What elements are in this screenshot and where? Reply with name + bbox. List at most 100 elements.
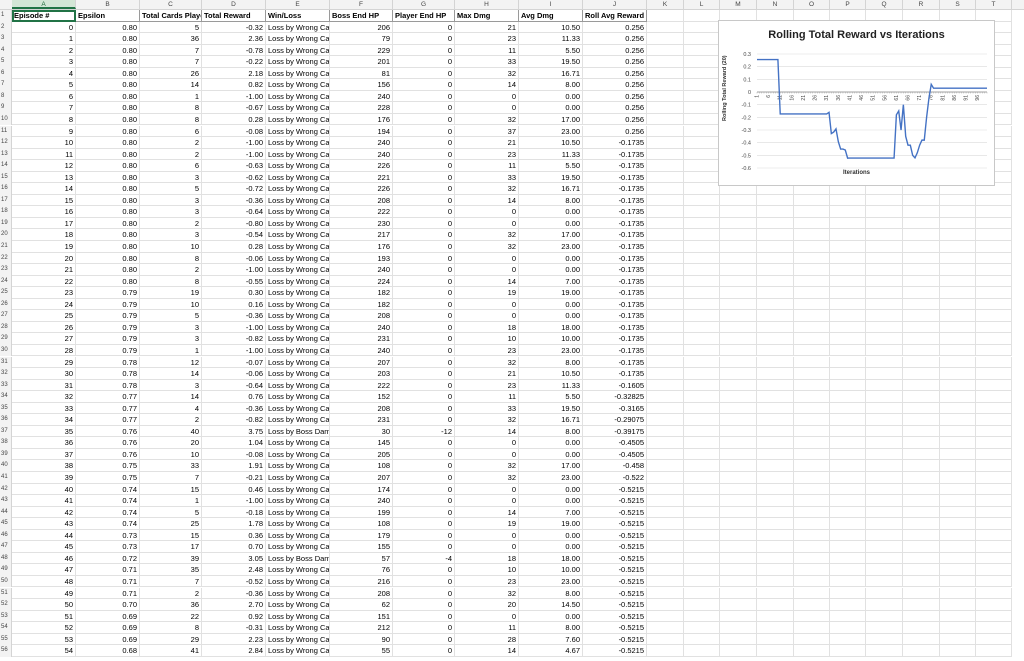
cell[interactable]: 16.71 — [519, 414, 583, 426]
cell[interactable]: Loss by Boss Damage — [266, 552, 330, 565]
cell[interactable]: 19 — [140, 287, 202, 299]
cell[interactable]: -0.5215 — [583, 599, 647, 611]
column-header-i[interactable]: I — [519, 0, 583, 9]
empty-cell[interactable] — [720, 622, 757, 634]
cell[interactable]: 0 — [393, 125, 455, 138]
empty-cell[interactable] — [794, 333, 830, 345]
empty-cell[interactable] — [720, 518, 757, 530]
cell[interactable]: -0.67 — [202, 102, 266, 114]
empty-cell[interactable] — [976, 344, 1012, 357]
cell[interactable]: 23 — [12, 287, 76, 299]
cell[interactable]: 0.80 — [76, 229, 140, 241]
empty-cell[interactable] — [794, 275, 830, 288]
empty-cell[interactable] — [647, 610, 684, 623]
empty-cell[interactable] — [794, 610, 830, 623]
empty-cell[interactable] — [940, 645, 976, 657]
column-heading[interactable]: Boss End HP — [330, 10, 393, 22]
cell[interactable]: 14 — [455, 645, 519, 657]
cell[interactable]: 5.50 — [519, 391, 583, 403]
empty-cell[interactable] — [684, 518, 720, 530]
cell[interactable]: 0.79 — [76, 298, 140, 311]
empty-cell[interactable] — [794, 541, 830, 553]
row-number[interactable]: 25 — [0, 287, 12, 299]
cell[interactable]: 18 — [455, 552, 519, 565]
cell[interactable]: 19.50 — [519, 171, 583, 184]
empty-cell[interactable] — [976, 506, 1012, 519]
cell[interactable]: -0.1735 — [583, 321, 647, 334]
empty-cell[interactable] — [794, 460, 830, 472]
column-header-l[interactable]: L — [684, 0, 720, 9]
column-header-g[interactable]: G — [393, 0, 455, 9]
cell[interactable]: Loss by Wrong Card — [266, 460, 330, 472]
empty-cell[interactable] — [757, 310, 794, 322]
cell[interactable]: 10 — [455, 564, 519, 576]
empty-cell[interactable] — [976, 217, 1012, 230]
cell[interactable]: 2 — [140, 587, 202, 600]
cell[interactable]: Loss by Wrong Card — [266, 44, 330, 57]
cell[interactable]: 0.92 — [202, 610, 266, 623]
row-number[interactable]: 10 — [0, 113, 12, 126]
row-number[interactable]: 43 — [0, 495, 12, 507]
cell[interactable]: Loss by Wrong Card — [266, 448, 330, 461]
empty-cell[interactable] — [794, 298, 830, 311]
empty-cell[interactable] — [794, 344, 830, 357]
cell[interactable]: 32 — [455, 183, 519, 195]
cell[interactable]: 51 — [12, 610, 76, 623]
cell[interactable]: 6 — [140, 125, 202, 138]
empty-cell[interactable] — [757, 402, 794, 415]
cell[interactable]: 2 — [140, 217, 202, 230]
cell[interactable]: 14 — [455, 425, 519, 438]
cell[interactable]: -0.22 — [202, 56, 266, 68]
empty-cell[interactable] — [903, 610, 940, 623]
cell[interactable]: 52 — [12, 622, 76, 634]
cell[interactable]: 5 — [140, 310, 202, 322]
empty-cell[interactable] — [940, 368, 976, 380]
cell[interactable]: 0 — [393, 391, 455, 403]
empty-cell[interactable] — [903, 217, 940, 230]
column-heading[interactable]: Epsilon — [76, 10, 140, 22]
empty-cell[interactable] — [720, 298, 757, 311]
empty-cell[interactable] — [866, 287, 903, 299]
cell[interactable]: 3 — [140, 379, 202, 392]
cell[interactable]: 12 — [12, 160, 76, 172]
cell[interactable]: 49 — [12, 587, 76, 600]
empty-cell[interactable] — [830, 472, 866, 484]
cell[interactable]: 53 — [12, 633, 76, 646]
empty-cell[interactable] — [976, 298, 1012, 311]
row-number[interactable]: 44 — [0, 506, 12, 519]
cell[interactable]: 0 — [393, 21, 455, 34]
empty-cell[interactable] — [684, 44, 720, 57]
empty-cell[interactable] — [720, 229, 757, 241]
empty-cell[interactable] — [830, 448, 866, 461]
cell[interactable]: 0 — [455, 495, 519, 507]
empty-cell[interactable] — [976, 194, 1012, 207]
cell[interactable]: 0.80 — [76, 56, 140, 68]
cell[interactable]: 35 — [140, 564, 202, 576]
empty-cell[interactable] — [684, 229, 720, 241]
empty-cell[interactable] — [866, 483, 903, 496]
cell[interactable]: Loss by Wrong Card — [266, 368, 330, 380]
cell[interactable]: 0.256 — [583, 21, 647, 34]
cell[interactable]: 174 — [330, 483, 393, 496]
row-number[interactable]: 12 — [0, 137, 12, 149]
cell[interactable]: 32 — [455, 414, 519, 426]
cell[interactable]: 0 — [393, 333, 455, 345]
cell[interactable]: 0 — [393, 575, 455, 588]
cell[interactable]: 0 — [393, 229, 455, 241]
row-number[interactable]: 21 — [0, 241, 12, 253]
cell[interactable]: Loss by Wrong Card — [266, 575, 330, 588]
empty-cell[interactable] — [903, 599, 940, 611]
cell[interactable]: 22 — [140, 610, 202, 623]
cell[interactable]: 0 — [455, 217, 519, 230]
empty-cell[interactable] — [647, 391, 684, 403]
cell[interactable]: 0 — [393, 610, 455, 623]
empty-cell[interactable] — [647, 402, 684, 415]
cell[interactable]: 10.00 — [519, 333, 583, 345]
cell[interactable]: Loss by Wrong Card — [266, 252, 330, 265]
cell[interactable]: 30 — [330, 425, 393, 438]
empty-cell[interactable] — [684, 310, 720, 322]
cell[interactable]: 21 — [455, 368, 519, 380]
row-number[interactable]: 30 — [0, 344, 12, 357]
empty-cell[interactable] — [647, 33, 684, 45]
cell[interactable]: 32 — [455, 356, 519, 369]
